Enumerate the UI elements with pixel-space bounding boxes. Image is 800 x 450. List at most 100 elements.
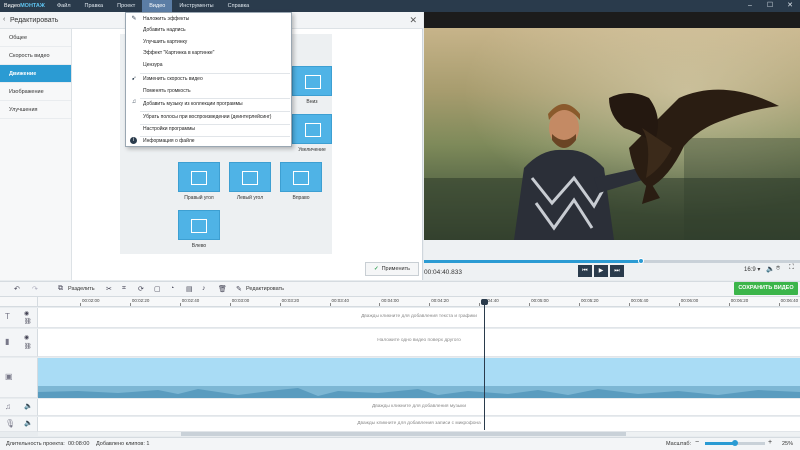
menu-project[interactable]: Проект — [110, 0, 142, 12]
apply-button[interactable]: ✓ Применить — [365, 262, 419, 276]
sidebar-item-image[interactable]: Изображение — [0, 83, 71, 101]
music-track[interactable]: Дважды кликните для добавления музыки — [38, 399, 800, 416]
speed-icon[interactable]: ◔ — [170, 285, 174, 292]
volume-tool-icon[interactable]: ♪ — [202, 285, 206, 292]
minimize-button[interactable]: – — [740, 0, 760, 12]
menu-file[interactable]: Файл — [50, 0, 78, 12]
fit-icon[interactable]: ▢ — [154, 285, 161, 293]
menu-item-deinterlace[interactable]: Убрать полосы при воспроизведении (деинт… — [126, 112, 291, 123]
playhead[interactable] — [484, 300, 485, 430]
camera-icon[interactable]: ⌾ — [776, 265, 780, 273]
edit-panel-title: Редактировать — [10, 17, 59, 24]
effect-tile-down[interactable] — [292, 66, 332, 96]
music-track-hint: Дважды кликните для добавления музыки — [371, 404, 467, 409]
effect-tile-right-corner[interactable] — [178, 162, 220, 192]
overlay-track[interactable]: Наложите одно видео поверх другого — [38, 329, 800, 357]
speaker-icon[interactable]: 🔈 — [24, 419, 33, 427]
timeline-scrollbar[interactable] — [38, 432, 800, 436]
zoom-slider-handle[interactable] — [732, 440, 738, 446]
menu-item-speed[interactable]: Изменить скорость видео — [126, 74, 291, 85]
aspect-ratio-select[interactable]: 16:9 ▾ — [744, 266, 760, 273]
edit-pencil-icon[interactable]: ✎ — [236, 285, 242, 293]
rotate-icon[interactable]: ⟳ — [138, 285, 144, 293]
zoom-slider[interactable] — [705, 440, 765, 446]
video-track-header: ▣ — [0, 358, 38, 398]
mic-track[interactable]: Дважды кликните для добавления записи с … — [38, 417, 800, 432]
app-logo: ВидеоМОНТАЖ — [4, 3, 45, 9]
visibility-icon[interactable]: ◉ — [24, 334, 29, 341]
maximize-button[interactable]: ☐ — [760, 0, 780, 12]
delete-icon[interactable]: 🗑 — [218, 285, 227, 293]
sidebar-item-speed[interactable]: Скорость видео — [0, 47, 71, 65]
menu-tools[interactable]: Инструменты — [172, 0, 220, 12]
next-frame-button[interactable]: ⏭ — [610, 265, 624, 277]
menu-item-file-info[interactable]: Информация о файле — [126, 136, 291, 147]
save-video-button[interactable]: СОХРАНИТЬ ВИДЕО — [734, 282, 798, 295]
menu-help[interactable]: Справка — [221, 0, 257, 12]
sidebar-item-general[interactable]: Общее — [0, 29, 71, 47]
overlay-track-icon: ▮ — [5, 337, 10, 346]
adjust-icon[interactable]: ▤ — [186, 285, 193, 293]
previous-frame-button[interactable]: ⏮ — [578, 265, 592, 277]
effect-tile-right[interactable] — [280, 162, 322, 192]
play-button[interactable]: ▶ — [594, 265, 608, 277]
timecode: 00:04:40.833 — [424, 269, 462, 276]
ruler-tick-label: 00:05:00 — [531, 298, 549, 303]
mic-track-hint: Дважды кликните для добавления записи с … — [357, 421, 481, 426]
menu-item-pip[interactable]: Эффект "Картинка в картинке" — [126, 48, 291, 59]
zoom-in-icon[interactable]: + — [768, 439, 772, 446]
edit-label[interactable]: Редактировать — [246, 286, 284, 292]
text-track[interactable]: Дважды кликните для добавления текста и … — [38, 308, 800, 328]
effect-label-left: Влево — [191, 243, 207, 249]
menu-item-apply-effects[interactable]: Наложить эффекты — [126, 14, 291, 25]
status-bar: Длительность проекта: 00:08:00 Добавлено… — [0, 437, 800, 450]
link-icon[interactable]: ⛓ — [24, 343, 32, 350]
split-label[interactable]: Разделить — [68, 286, 95, 292]
menu-item-add-text[interactable]: Добавить надпись — [126, 25, 291, 36]
menu-video[interactable]: Видео — [142, 0, 173, 12]
effect-tile-left-corner[interactable] — [229, 162, 271, 192]
crop-icon[interactable]: ⌗ — [122, 285, 126, 293]
undo-icon[interactable]: ↶ — [14, 285, 20, 293]
zoom-out-icon[interactable]: − — [695, 439, 699, 446]
edit-sidebar: Общее Скорость видео Движение Изображени… — [0, 29, 72, 280]
scrubber-handle[interactable] — [638, 258, 645, 264]
text-track-hint: Дважды кликните для добавления текста и … — [361, 314, 477, 319]
close-window-button[interactable]: ✕ — [780, 0, 800, 12]
redo-icon[interactable]: ↷ — [32, 285, 38, 293]
music-note-icon: ♫ — [5, 402, 11, 411]
menu-item-settings[interactable]: Настройки программы — [126, 124, 291, 135]
menu-item-censor[interactable]: Цензура — [126, 60, 291, 71]
timeline-ruler[interactable]: 00:02:00 00:02:20 00:02:40 00:03:00 00:03:20… — [38, 297, 800, 307]
ruler-tick-label: 00:02:40 — [181, 298, 200, 303]
menu-edit[interactable]: Правка — [78, 0, 111, 12]
ruler-tick-label: 00:04:20 — [431, 298, 449, 303]
ruler-tick-label: 00:03:00 — [231, 298, 250, 303]
video-preview[interactable] — [424, 28, 800, 240]
ruler-tick — [579, 303, 580, 306]
ruler-tick-label: 00:04:00 — [381, 298, 399, 303]
menu-item-enhance[interactable]: Улучшить картинку — [126, 37, 291, 48]
text-track-header: T ◉ ⛓ — [0, 308, 38, 328]
ruler-tick — [429, 303, 431, 306]
sidebar-item-motion[interactable]: Движение — [0, 65, 71, 83]
playhead-handle[interactable] — [481, 299, 488, 305]
visibility-icon[interactable]: ◉ — [24, 310, 29, 317]
speaker-icon[interactable]: 🔈 — [24, 402, 33, 410]
effect-tile-zoom[interactable] — [292, 114, 332, 144]
link-icon[interactable]: ⛓ — [24, 318, 32, 325]
sidebar-item-enhance[interactable]: Улучшения — [0, 101, 71, 119]
back-icon[interactable]: ‹ — [3, 16, 5, 23]
duration-value: 00:08:00 — [68, 441, 90, 447]
check-icon: ✓ — [373, 266, 379, 272]
split-icon[interactable]: ⧉ — [58, 285, 63, 293]
close-icon[interactable]: ✕ — [409, 15, 417, 26]
menu-item-volume[interactable]: Поменять громкость — [126, 86, 291, 97]
scrollbar-thumb[interactable] — [181, 432, 626, 436]
fullscreen-icon[interactable]: ⛶ — [789, 264, 794, 272]
scissors-icon[interactable]: ✂ — [106, 285, 112, 293]
effect-tile-left[interactable] — [178, 210, 220, 240]
menu-item-add-music[interactable]: Добавить музыку из коллекции программы — [126, 99, 291, 110]
volume-icon[interactable]: 🔈 — [766, 265, 775, 273]
playback-scrubber[interactable] — [424, 258, 800, 264]
